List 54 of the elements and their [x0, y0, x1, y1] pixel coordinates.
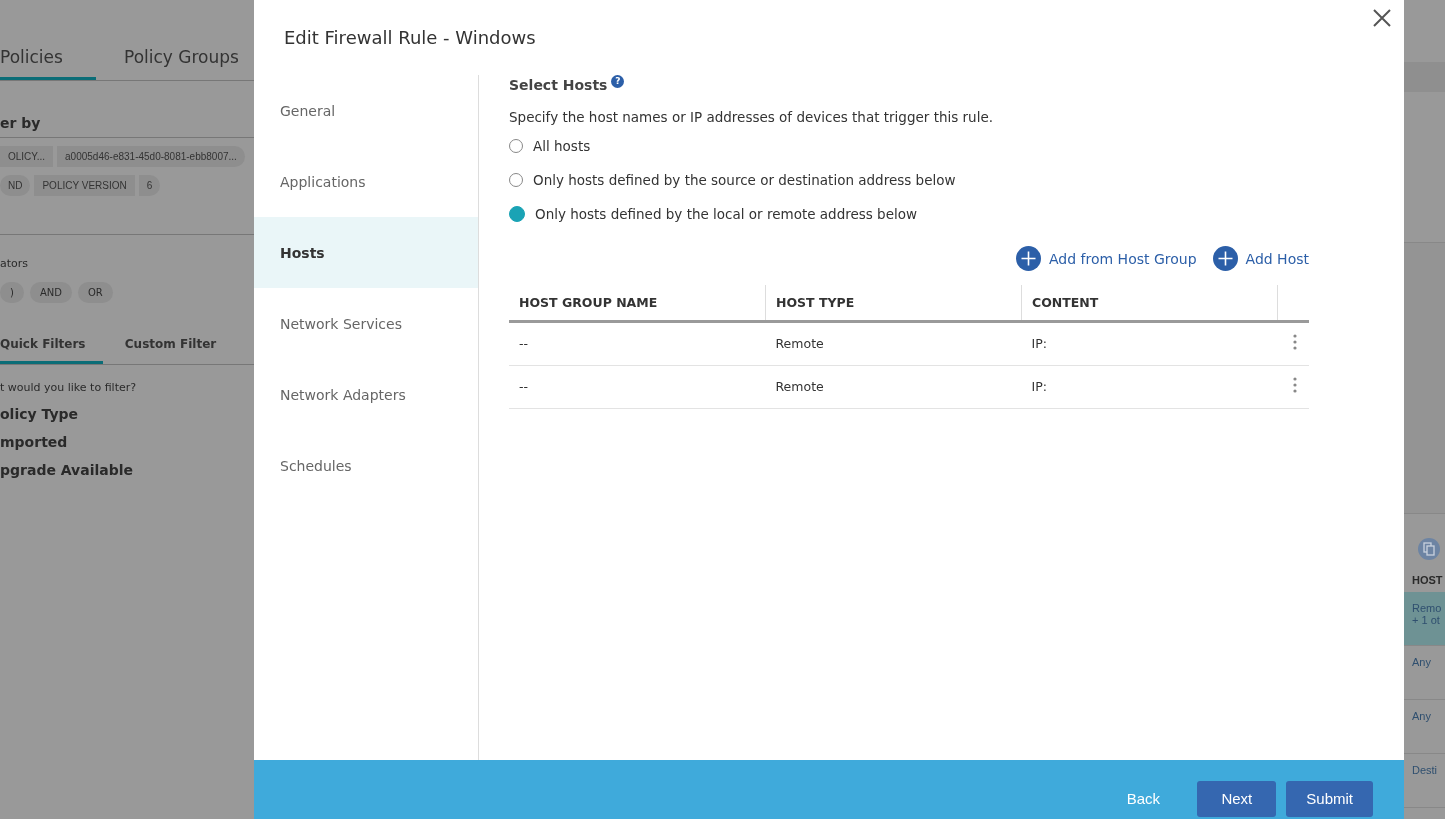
back-link[interactable]: Back	[1099, 780, 1188, 817]
filter-chip[interactable]: 6	[138, 175, 161, 196]
copy-icon[interactable]	[1418, 538, 1440, 560]
nav-item[interactable]: Network Adapters	[254, 359, 478, 430]
table-cell: --	[509, 321, 766, 366]
table-cell: IP:	[1021, 365, 1278, 409]
radio-option[interactable]: All hosts	[509, 138, 1309, 154]
table-cell: IP:	[1021, 321, 1278, 366]
policy-tab[interactable]: Policy Groups	[124, 40, 239, 80]
section-title: Select Hosts	[509, 77, 608, 93]
quick-filter-item[interactable]: mported	[0, 434, 254, 450]
quick-filter-item[interactable]: olicy Type	[0, 406, 254, 422]
table-cell: Remote	[765, 365, 1022, 409]
operator-chip[interactable]: )	[0, 282, 24, 303]
filter-chip[interactable]: a0005d46-e831-45d0-8081-ebb8007...	[57, 146, 245, 167]
more-icon[interactable]	[1293, 377, 1297, 393]
column-header: CONTENT	[1021, 285, 1278, 322]
filter-question: t would you like to filter?	[0, 381, 138, 394]
table-cell: Remote	[765, 321, 1022, 366]
filter-chip[interactable]: OLICY...	[0, 146, 54, 167]
footer-button[interactable]: Next	[1197, 780, 1277, 817]
nav-item[interactable]: Network Services	[254, 288, 478, 359]
dialog-title: Edit Firewall Rule - Windows	[284, 27, 536, 48]
filter-chip[interactable]: POLICY VERSION	[34, 175, 135, 196]
nav-item[interactable]: Applications	[254, 146, 478, 217]
help-icon[interactable]: ?	[611, 74, 625, 88]
filter-heading: er by	[0, 115, 254, 138]
operator-chip[interactable]: AND	[29, 282, 72, 303]
radio-button[interactable]	[509, 206, 525, 222]
column-header: HOST TYPE	[765, 285, 1022, 322]
column-header: HOST GROUP NAME	[509, 285, 766, 322]
nav-item[interactable]: Schedules	[254, 430, 478, 501]
nav-item[interactable]: General	[254, 75, 478, 146]
add-link[interactable]: Add from Host Group	[1016, 246, 1197, 271]
add-link[interactable]: Add Host	[1212, 246, 1309, 271]
radio-option[interactable]: Only hosts defined by the local or remote address below	[509, 206, 1309, 222]
more-icon[interactable]	[1293, 334, 1297, 350]
column-header: HOST	[1411, 573, 1444, 588]
filter-tab[interactable]: Custom Filter	[103, 333, 238, 364]
table-cell[interactable]: Remo + 1 ot	[1404, 592, 1445, 646]
plus-icon[interactable]	[1016, 246, 1041, 271]
section-description: Specify the host names or IP addresses of devices that trigger this rule.	[509, 109, 995, 125]
policy-tab[interactable]: Policies	[0, 40, 96, 80]
nav-item[interactable]: Hosts	[254, 217, 478, 288]
close-icon[interactable]	[1372, 8, 1392, 28]
filter-tab[interactable]: Quick Filters	[0, 333, 103, 364]
operator-chip[interactable]: OR	[77, 282, 113, 303]
radio-option[interactable]: Only hosts defined by the source or destination address below	[509, 172, 1309, 188]
footer-button[interactable]: Submit	[1286, 780, 1373, 817]
filter-chip[interactable]: ND	[0, 175, 31, 196]
table-cell: --	[509, 365, 766, 409]
plus-icon[interactable]	[1212, 246, 1238, 271]
quick-filter-item[interactable]: pgrade Available	[0, 462, 254, 478]
operators-label: ators	[0, 257, 30, 270]
